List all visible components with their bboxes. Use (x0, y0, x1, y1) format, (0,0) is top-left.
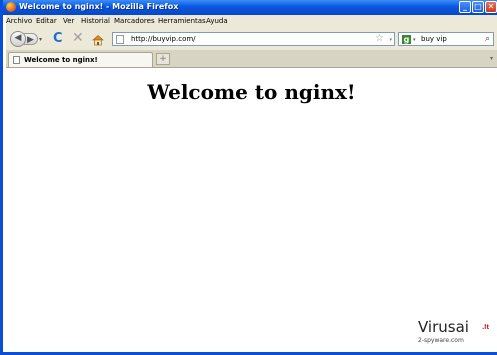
close-window-button[interactable]: ✕ (485, 1, 497, 13)
url-history-dropdown-icon[interactable]: ▾ (389, 37, 392, 43)
watermark-suffix: .lt (482, 324, 490, 331)
menu-editar[interactable]: Editar (36, 17, 57, 25)
tab-welcome-to-nginx[interactable]: Welcome to nginx! (8, 52, 153, 67)
watermark-subtext: 2-spyware.com (418, 337, 464, 344)
menu-ver[interactable]: Ver (63, 17, 74, 25)
new-tab-button[interactable]: + (156, 53, 170, 65)
window-title: Welcome to nginx! - Mozilla Firefox (19, 2, 179, 11)
search-engine-dropdown-icon[interactable]: ▾ (413, 37, 416, 43)
search-input[interactable]: buy vip (421, 35, 447, 43)
firefox-logo-icon (6, 2, 16, 12)
title-bar[interactable]: Welcome to nginx! - Mozilla Firefox _ □ … (3, 0, 497, 15)
menu-bar: Archivo Editar Ver Historial Marcadores … (6, 15, 497, 28)
url-input[interactable]: http://buyvip.com/ (131, 35, 196, 43)
tab-label: Welcome to nginx! (24, 56, 98, 64)
menu-archivo[interactable]: Archivo (6, 17, 32, 25)
search-engine-icon[interactable]: g (402, 35, 411, 44)
forward-arrow-icon: ▶ (27, 35, 34, 45)
page-favicon-icon (116, 35, 124, 44)
menu-historial[interactable]: Historial (81, 17, 110, 25)
stop-icon[interactable]: ✕ (72, 30, 84, 46)
back-arrow-icon: ◀ (14, 33, 22, 43)
reload-icon[interactable]: C (53, 31, 63, 46)
bookmark-star-icon[interactable]: ☆ (375, 33, 384, 44)
menu-herramientas[interactable]: Herramientas (158, 17, 206, 25)
menu-marcadores[interactable]: Marcadores (114, 17, 155, 25)
watermark-main-text: Virusai (418, 318, 469, 336)
forward-button[interactable]: ▶ (24, 33, 38, 45)
menu-ayuda[interactable]: Ayuda (206, 17, 228, 25)
page-content: Welcome to nginx! (6, 68, 497, 352)
tab-favicon-icon (13, 56, 20, 64)
search-bar[interactable]: g ▾ buy vip ⌕ (398, 32, 494, 46)
tab-list-dropdown-icon[interactable]: ▾ (490, 55, 493, 62)
address-bar[interactable]: http://buyvip.com/ ☆ ▾ (112, 32, 395, 46)
home-icon[interactable] (92, 31, 104, 46)
browser-window: Welcome to nginx! - Mozilla Firefox _ □ … (0, 0, 497, 355)
page-heading: Welcome to nginx! (147, 80, 356, 104)
search-icon[interactable]: ⌕ (485, 34, 490, 44)
minimize-button[interactable]: _ (459, 1, 471, 13)
history-dropdown-icon[interactable]: ▾ (39, 36, 42, 43)
navigation-toolbar: ▶ ◀ ▾ C ✕ http://buyvip.com/ ☆ ▾ g ▾ buy… (6, 28, 497, 51)
back-button[interactable]: ◀ (10, 31, 26, 47)
tab-strip: Welcome to nginx! + ▾ (6, 50, 497, 68)
watermark-logo: Virusai .lt 2-spyware.com (418, 318, 494, 350)
maximize-button[interactable]: □ (472, 1, 484, 13)
